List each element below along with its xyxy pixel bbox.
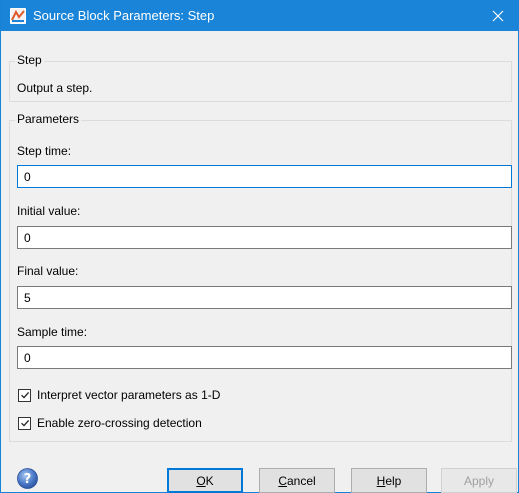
step-time-input[interactable] <box>17 165 512 188</box>
sample-time-input[interactable] <box>17 346 512 369</box>
ok-button[interactable]: OK <box>167 468 243 493</box>
help-question-icon[interactable]: ? <box>17 468 38 489</box>
dialog-window: Source Block Parameters: Step Step Outpu… <box>0 0 519 493</box>
cancel-button[interactable]: Cancel <box>259 468 335 493</box>
block-group-legend: Step <box>15 53 44 67</box>
zero-crossing-checkbox-row[interactable]: Enable zero-crossing detection <box>18 416 202 430</box>
sample-time-label: Sample time: <box>17 325 88 339</box>
block-description: Output a step. <box>17 81 93 95</box>
title-bar[interactable]: Source Block Parameters: Step <box>1 0 518 31</box>
zero-crossing-checkbox[interactable] <box>18 416 31 430</box>
interpret-vector-checkbox[interactable] <box>18 388 31 402</box>
interpret-vector-checkbox-row[interactable]: Interpret vector parameters as 1-D <box>18 388 220 402</box>
simulink-app-icon <box>10 8 26 24</box>
close-button[interactable] <box>478 0 518 31</box>
initial-value-label: Initial value: <box>17 204 81 218</box>
svg-text:?: ? <box>24 472 32 487</box>
final-value-input[interactable] <box>17 286 512 309</box>
zero-crossing-label: Enable zero-crossing detection <box>37 416 202 430</box>
close-icon <box>492 10 504 21</box>
apply-button: Apply <box>441 468 517 493</box>
step-time-label: Step time: <box>17 144 72 158</box>
checkmark-icon <box>20 419 29 427</box>
initial-value-input[interactable] <box>17 226 512 249</box>
interpret-vector-label: Interpret vector parameters as 1-D <box>37 388 221 402</box>
parameters-group-legend: Parameters <box>15 112 82 126</box>
final-value-label: Final value: <box>17 264 79 278</box>
checkmark-icon <box>20 391 29 399</box>
help-button[interactable]: Help <box>351 468 427 493</box>
window-title: Source Block Parameters: Step <box>33 8 215 23</box>
